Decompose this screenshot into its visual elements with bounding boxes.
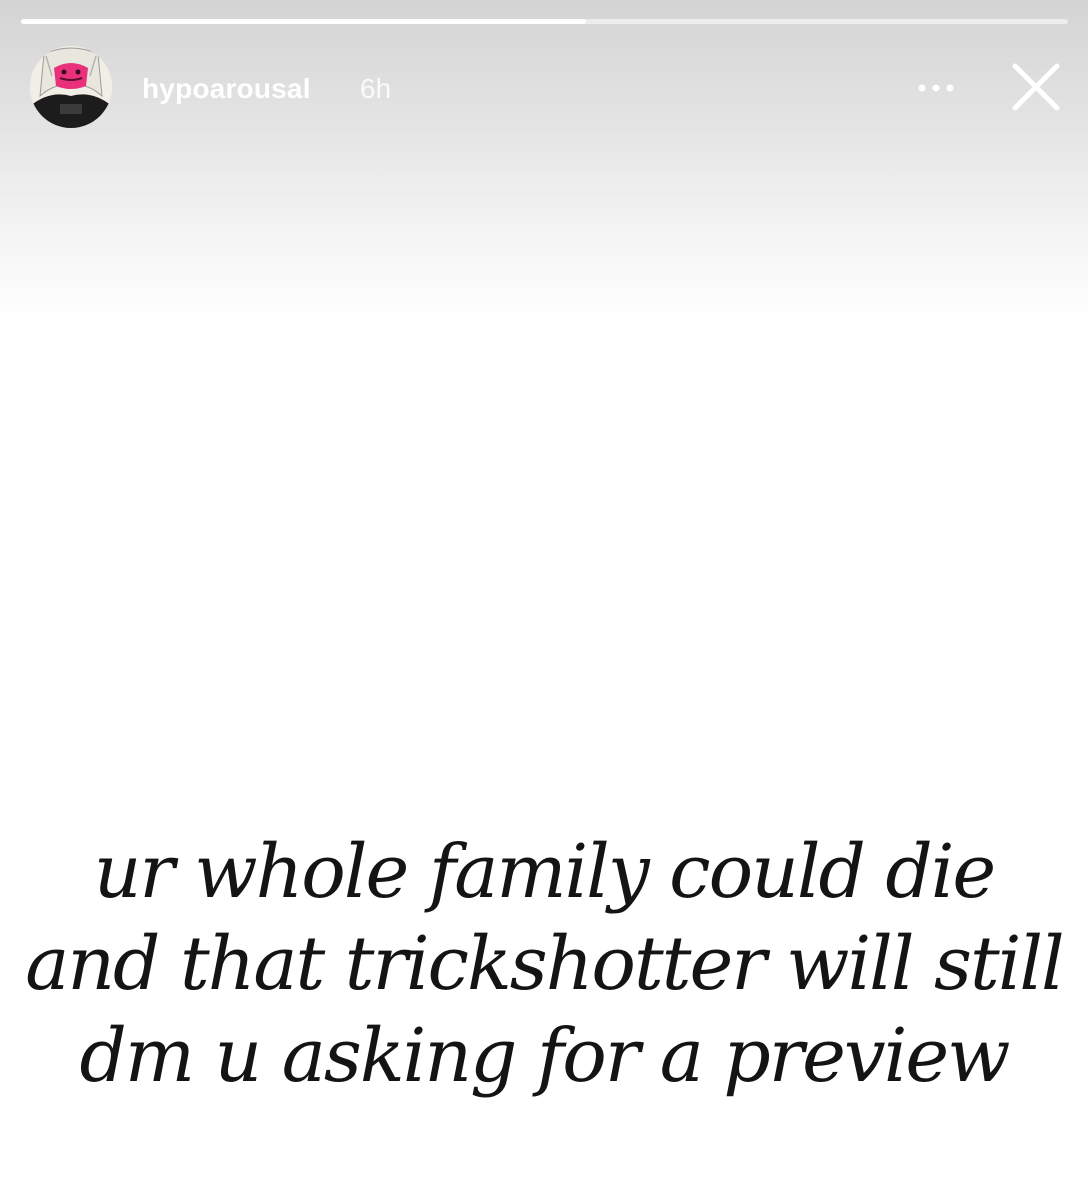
caption-line: dm u asking for a preview (79, 1013, 1010, 1099)
story-caption: ur whole family could die and that trick… (0, 826, 1088, 1102)
story-progress-fill (21, 19, 587, 24)
close-icon (1012, 63, 1060, 111)
story-viewer[interactable]: hypoarousal 6h ur whole family could die… (0, 0, 1088, 1200)
caption-line: ur whole family could die (93, 829, 996, 915)
more-options-button[interactable] (906, 68, 966, 108)
close-button[interactable] (1003, 54, 1069, 120)
username[interactable]: hypoarousal (142, 73, 311, 105)
story-progress-bar (21, 19, 1068, 24)
avatar-image (30, 46, 112, 128)
more-options-icon (918, 84, 954, 92)
profile-avatar-icon[interactable] (30, 46, 112, 128)
caption-line: and that trickshotter will still (25, 921, 1064, 1007)
story-header: hypoarousal 6h (0, 46, 1088, 130)
story-timestamp: 6h (360, 73, 392, 104)
